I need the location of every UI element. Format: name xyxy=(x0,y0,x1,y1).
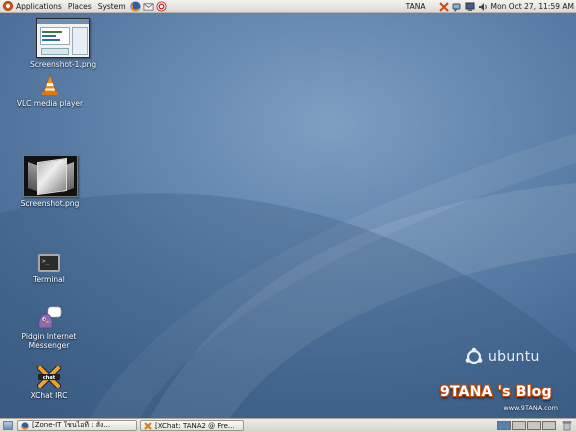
workspace-4[interactable] xyxy=(542,421,556,430)
volume-icon[interactable] xyxy=(478,2,488,12)
menu-applications[interactable]: Applications xyxy=(16,2,62,11)
bottom-panel: [Zone-IT ใชนไอที : สัง... [XChat: TANA2 … xyxy=(0,418,576,432)
blog-url: www.9TANA.com xyxy=(503,404,558,412)
desktop-icon-xchat[interactable]: chat XChat IRC xyxy=(18,366,80,400)
workspace-2[interactable] xyxy=(512,421,526,430)
desktop-icon-label: Terminal xyxy=(33,275,65,284)
show-desktop-button[interactable] xyxy=(3,421,13,430)
panel-right: TANA Mon Oct 27, 11:59 AM xyxy=(406,0,574,13)
taskbar-item-label: [Zone-IT ใชนไอที : สัง... xyxy=(32,421,111,429)
system-menu[interactable]: System xyxy=(95,0,129,13)
desktop-icon-label-line2: Messenger xyxy=(28,341,70,350)
desktop-icon-terminal[interactable]: >_ Terminal xyxy=(20,254,78,284)
clock[interactable]: Mon Oct 27, 11:59 AM xyxy=(491,2,574,11)
svg-text:chat: chat xyxy=(43,375,56,381)
places-menu[interactable]: Places xyxy=(65,0,95,13)
trash-icon[interactable] xyxy=(562,420,572,431)
ubuntu-brand: ubuntu xyxy=(464,347,540,367)
desktop-icon-label: VLC media player xyxy=(16,99,84,108)
ubuntu-circle-of-friends-icon xyxy=(465,347,483,365)
help-icon[interactable] xyxy=(156,0,167,12)
workspace-switcher xyxy=(497,421,556,430)
desktop-icon-vlc[interactable]: VLC media player xyxy=(12,74,88,108)
network-tools-icon[interactable] xyxy=(438,1,449,12)
xchat-icon: chat xyxy=(37,366,61,388)
workspace-3[interactable] xyxy=(527,421,541,430)
applications-menu[interactable]: Applications xyxy=(0,0,65,13)
desktop-icon-pidgin[interactable]: Pidgin Internet Messenger xyxy=(14,306,84,350)
image-thumbnail-icon xyxy=(22,155,78,197)
pidgin-icon xyxy=(38,306,62,329)
desktop-icon-label-line1: Pidgin Internet xyxy=(21,332,77,341)
ubuntu-logo-icon xyxy=(3,1,13,11)
menu-places[interactable]: Places xyxy=(68,2,92,11)
user-name[interactable]: TANA xyxy=(406,2,426,11)
desktop-icon-label: Screenshot-1.png xyxy=(30,60,97,69)
blog-watermark: 9TANA 's Blog www.9TANA.com xyxy=(440,384,566,414)
taskbar-item[interactable]: [XChat: TANA2 @ Fre... xyxy=(140,420,244,431)
mail-icon[interactable] xyxy=(143,1,154,12)
menu-system[interactable]: System xyxy=(98,2,126,11)
desktop-icon-label: Screenshot.png xyxy=(20,199,80,208)
xchat-icon xyxy=(144,421,152,430)
terminal-icon: >_ xyxy=(38,254,60,272)
desktop-icon-screenshot-1[interactable]: Screenshot-1.png xyxy=(30,18,96,69)
desktop-icon-screenshot[interactable]: Screenshot.png xyxy=(15,155,85,208)
ubuntu-wordmark: ubuntu xyxy=(488,349,540,365)
workspace-1[interactable] xyxy=(497,421,511,430)
top-panel: Applications Places System TANA Mon Oct … xyxy=(0,0,576,13)
display-icon[interactable] xyxy=(465,2,475,12)
taskbar-item-label: [XChat: TANA2 @ Fre... xyxy=(155,421,235,430)
firefox-icon[interactable] xyxy=(130,0,141,12)
taskbar-item[interactable]: [Zone-IT ใชนไอที : สัง... xyxy=(17,420,137,431)
desktop-icon-label: XChat IRC xyxy=(30,391,68,400)
chat-icon[interactable] xyxy=(452,2,462,12)
image-thumbnail-icon xyxy=(36,18,90,58)
vlc-cone-icon xyxy=(42,74,58,95)
blog-title: 9TANA 's Blog xyxy=(440,384,552,400)
firefox-icon xyxy=(21,421,29,430)
